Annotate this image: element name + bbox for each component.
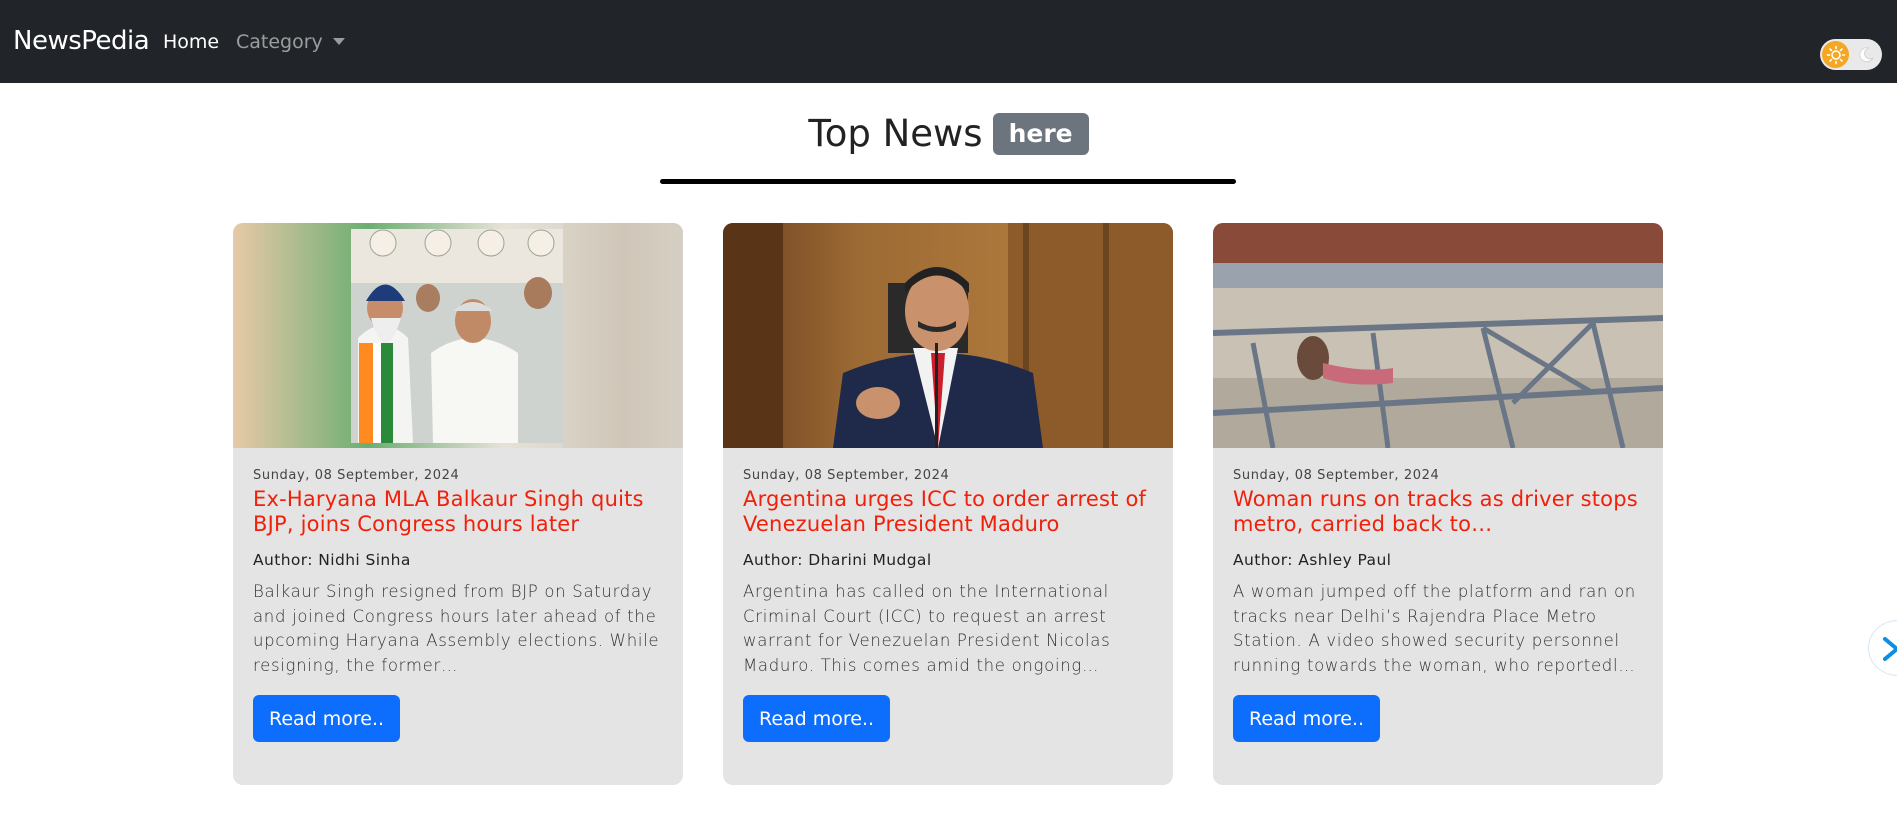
- news-description: Balkaur Singh resigned from BJP on Satur…: [253, 582, 660, 675]
- news-card: Sunday, 08 September, 2024 Argentina urg…: [723, 223, 1173, 785]
- news-date: Sunday, 08 September, 2024: [743, 468, 950, 483]
- news-date: Sunday, 08 September, 2024: [253, 468, 460, 483]
- news-author: Author: Ashley Paul: [1233, 551, 1392, 569]
- news-description: A woman jumped off the platform and ran …: [1233, 582, 1636, 675]
- navbar: NewsPedia Home Category: [0, 0, 1897, 83]
- read-more-button[interactable]: Read more..: [1233, 695, 1381, 742]
- nav-category-label: Category: [236, 31, 323, 53]
- news-title[interactable]: Ex-Haryana MLA Balkaur Singh quits BJP, …: [253, 487, 668, 537]
- heading-badge: here: [992, 112, 1089, 155]
- brand-logo[interactable]: NewsPedia: [13, 26, 150, 56]
- news-description: Argentina has called on the Internationa…: [743, 582, 1111, 675]
- news-card: Sunday, 08 September, 2024 Woman runs on…: [1213, 223, 1663, 785]
- news-author: Author: Dharini Mudgal: [743, 551, 932, 569]
- card-body: Sunday, 08 September, 2024 Ex-Haryana ML…: [253, 468, 668, 678]
- card-body: Sunday, 08 September, 2024 Argentina urg…: [743, 468, 1158, 678]
- news-image: [1213, 223, 1663, 448]
- news-date: Sunday, 08 September, 2024: [1233, 468, 1440, 483]
- news-author: Author: Nidhi Sinha: [253, 551, 411, 569]
- news-title[interactable]: Woman runs on tracks as driver stops met…: [1233, 487, 1648, 537]
- card-body: Sunday, 08 September, 2024 Woman runs on…: [1233, 468, 1648, 678]
- caret-down-icon: [332, 37, 345, 45]
- page-heading: Top News here: [0, 112, 1897, 155]
- chevron-right-icon: [1883, 637, 1897, 661]
- read-more-button[interactable]: Read more..: [253, 695, 401, 742]
- heading-underline: [660, 179, 1236, 184]
- page-title: Top News: [808, 112, 983, 155]
- news-card: Sunday, 08 September, 2024 Ex-Haryana ML…: [233, 223, 683, 785]
- sun-icon: [1822, 41, 1849, 68]
- nav-category-dropdown[interactable]: Category: [236, 31, 345, 53]
- moon-icon: [1859, 47, 1874, 62]
- news-image: [233, 223, 683, 448]
- next-arrow-button[interactable]: [1868, 620, 1897, 676]
- news-title[interactable]: Argentina urges ICC to order arrest of V…: [743, 487, 1158, 537]
- nav-home-link[interactable]: Home: [163, 31, 219, 53]
- read-more-button[interactable]: Read more..: [743, 695, 891, 742]
- theme-toggle[interactable]: [1820, 39, 1882, 70]
- news-image: [723, 223, 1173, 448]
